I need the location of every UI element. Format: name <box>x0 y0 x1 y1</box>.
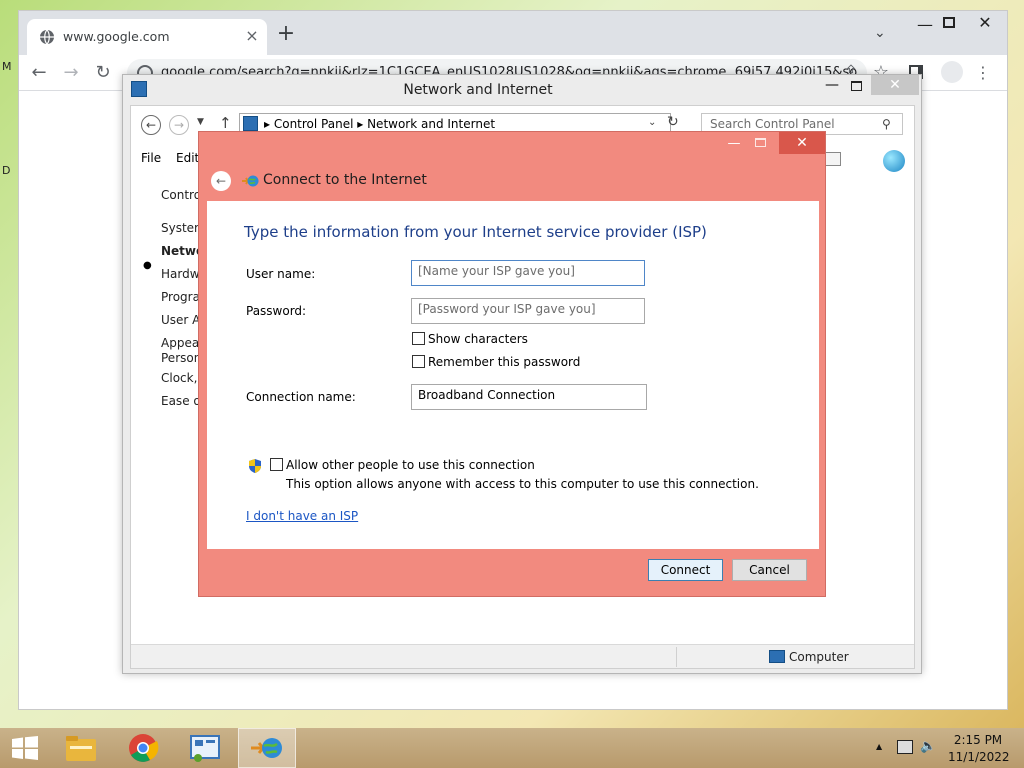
folder-icon <box>66 736 96 761</box>
taskbar-chrome[interactable] <box>114 728 172 768</box>
kebab-menu-icon[interactable]: ⋮ <box>971 61 995 85</box>
profile-avatar-icon[interactable] <box>941 61 963 83</box>
desktop-icon-label: M <box>2 60 12 73</box>
refresh-icon[interactable]: ↻ <box>667 114 679 130</box>
connection-name-input[interactable]: Broadband Connection <box>411 384 647 410</box>
remember-password-checkbox[interactable] <box>412 355 425 368</box>
allow-others-label[interactable]: Allow other people to use this connectio… <box>286 458 535 472</box>
window-titlebar: Network and Internet — ✕ <box>123 75 921 105</box>
network-tray-icon[interactable] <box>897 740 913 754</box>
connection-name-label: Connection name: <box>246 390 356 404</box>
username-label: User name: <box>246 267 316 281</box>
menu-edit[interactable]: Edit <box>176 151 199 165</box>
browser-tab[interactable]: www.google.com × <box>27 19 267 55</box>
forward-arrow-icon[interactable]: → <box>169 115 189 135</box>
dialog-title: Connect to the Internet <box>263 172 427 188</box>
control-panel-icon <box>243 116 258 131</box>
password-label: Password: <box>246 304 307 318</box>
page-title: Type the information from your Internet … <box>244 223 707 241</box>
remember-password-label[interactable]: Remember this password <box>428 355 580 369</box>
connect-dialog: — ✕ ← Connect to the Internet Type the i… <box>198 131 826 597</box>
minimize-button[interactable]: — <box>727 136 741 151</box>
minimize-button[interactable]: — <box>917 15 933 34</box>
show-hidden-icons[interactable]: ▲ <box>876 742 882 751</box>
back-arrow-icon[interactable]: ← <box>211 171 231 191</box>
recent-locations-icon[interactable]: ▼ <box>197 117 204 127</box>
back-arrow-icon[interactable]: ← <box>141 115 161 135</box>
maximize-button <box>755 138 766 147</box>
search-placeholder: Search Control Panel <box>710 117 835 131</box>
desktop-icon-label: D <box>2 164 11 177</box>
dialog-body: Type the information from your Internet … <box>207 201 819 549</box>
connect-button[interactable]: Connect <box>648 559 723 581</box>
maximize-button[interactable] <box>943 17 955 28</box>
close-window-button[interactable]: ✕ <box>976 13 994 32</box>
allow-others-checkbox[interactable] <box>270 458 283 471</box>
forward-arrow-icon[interactable]: → <box>59 61 83 85</box>
globe-icon[interactable] <box>883 150 905 172</box>
control-panel-icon <box>190 735 220 762</box>
username-input[interactable]: [Name your ISP gave you] <box>411 260 645 286</box>
computer-icon <box>769 650 785 663</box>
uac-shield-icon <box>249 459 261 473</box>
status-bar: Computer <box>131 644 914 668</box>
breadcrumb-item[interactable]: Control Panel <box>274 117 354 131</box>
taskbar: ▲ 🔈 2:15 PM 11/1/2022 <box>0 728 1024 768</box>
breadcrumb-item[interactable]: Network and Internet <box>367 117 495 131</box>
breadcrumb-path: ▸ Control Panel ▸ Network and Internet <box>264 117 496 131</box>
globe-icon <box>40 29 54 45</box>
chrome-icon <box>129 734 159 762</box>
minimize-button[interactable]: — <box>825 77 839 93</box>
menu-file[interactable]: File <box>141 151 161 165</box>
window-title: Network and Internet <box>403 82 553 98</box>
sidebar-item[interactable]: Progra <box>161 290 200 304</box>
close-button[interactable]: ✕ <box>779 132 825 154</box>
clock-date[interactable]: 11/1/2022 <box>948 750 1010 764</box>
windows-start-icon[interactable] <box>10 736 40 760</box>
search-icon[interactable]: ⚲ <box>882 117 891 131</box>
password-input[interactable]: [Password your ISP gave you] <box>411 298 645 324</box>
status-text: Computer <box>789 650 849 664</box>
chevron-down-icon[interactable]: ⌄ <box>648 117 656 128</box>
show-characters-checkbox[interactable] <box>412 332 425 345</box>
reload-icon[interactable]: ↻ <box>91 61 115 85</box>
dialog-footer: Connect Cancel <box>207 549 819 595</box>
show-characters-label[interactable]: Show characters <box>428 332 528 346</box>
close-button[interactable]: ✕ <box>871 75 919 95</box>
tab-strip: www.google.com × + ⌄ — ✕ <box>19 11 1007 55</box>
maximize-button[interactable] <box>851 81 862 91</box>
up-arrow-icon[interactable]: ↑ <box>219 114 232 132</box>
selected-bullet-icon: ● <box>143 260 152 271</box>
volume-icon[interactable]: 🔈 <box>920 739 936 754</box>
cancel-button[interactable]: Cancel <box>732 559 807 581</box>
back-arrow-icon[interactable]: ← <box>27 61 51 85</box>
tab-search-button[interactable]: ⌄ <box>874 25 886 41</box>
close-tab-icon[interactable]: × <box>243 26 261 45</box>
divider <box>676 647 677 667</box>
new-tab-button[interactable]: + <box>275 23 297 45</box>
taskbar-file-explorer[interactable] <box>52 728 110 768</box>
network-globe-icon <box>242 175 259 187</box>
clock-time[interactable]: 2:15 PM <box>948 733 1008 747</box>
tab-title: www.google.com <box>63 29 170 44</box>
allow-others-description: This option allows anyone with access to… <box>286 477 759 491</box>
no-isp-link[interactable]: I don't have an ISP <box>246 509 358 523</box>
taskbar-connect-internet[interactable] <box>238 728 296 768</box>
taskbar-control-panel[interactable] <box>176 728 234 768</box>
network-globe-icon <box>251 738 282 758</box>
